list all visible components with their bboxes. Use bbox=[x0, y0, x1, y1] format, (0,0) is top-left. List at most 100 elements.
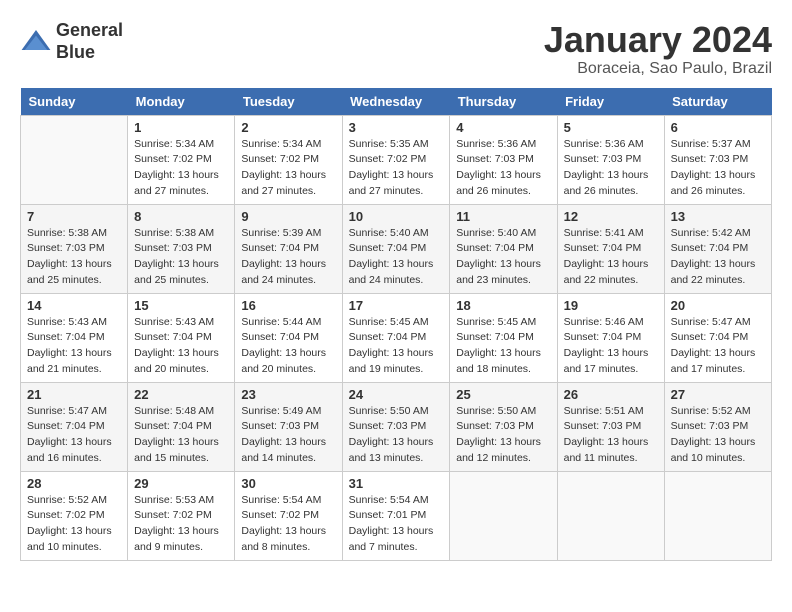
day-number: 15 bbox=[134, 298, 228, 313]
logo-text: General Blue bbox=[56, 20, 123, 63]
day-detail: Sunrise: 5:50 AMSunset: 7:03 PMDaylight:… bbox=[456, 404, 550, 467]
day-detail: Sunrise: 5:36 AMSunset: 7:03 PMDaylight:… bbox=[564, 137, 658, 200]
calendar-cell: 20 Sunrise: 5:47 AMSunset: 7:04 PMDayligh… bbox=[664, 293, 771, 382]
day-detail: Sunrise: 5:48 AMSunset: 7:04 PMDaylight:… bbox=[134, 404, 228, 467]
day-number: 29 bbox=[134, 476, 228, 491]
day-number: 24 bbox=[349, 387, 444, 402]
day-detail: Sunrise: 5:45 AMSunset: 7:04 PMDaylight:… bbox=[349, 315, 444, 378]
weekday-header-row: SundayMondayTuesdayWednesdayThursdayFrid… bbox=[21, 88, 772, 116]
day-number: 10 bbox=[349, 209, 444, 224]
calendar-cell: 4Sunrise: 5:36 AMSunset: 7:03 PMDaylight… bbox=[450, 115, 557, 204]
day-number: 23 bbox=[241, 387, 335, 402]
day-number: 16 bbox=[241, 298, 335, 313]
day-detail: Sunrise: 5:47 AMSunset: 7:04 PMDaylight:… bbox=[671, 315, 765, 378]
weekday-header-friday: Friday bbox=[557, 88, 664, 116]
calendar-cell: 9Sunrise: 5:39 AMSunset: 7:04 PMDaylight… bbox=[235, 204, 342, 293]
calendar-cell: 12 Sunrise: 5:41 AMSunset: 7:04 PMDayligh… bbox=[557, 204, 664, 293]
day-number: 17 bbox=[349, 298, 444, 313]
calendar-cell: 3 Sunrise: 5:35 AMSunset: 7:02 PMDaylight… bbox=[342, 115, 450, 204]
calendar-cell: 22 Sunrise: 5:48 AMSunset: 7:04 PMDayligh… bbox=[128, 382, 235, 471]
day-detail: Sunrise: 5:38 AMSunset: 7:03 PMDaylight:… bbox=[134, 226, 228, 289]
calendar-cell bbox=[21, 115, 128, 204]
calendar-cell: 17 Sunrise: 5:45 AMSunset: 7:04 PMDayligh… bbox=[342, 293, 450, 382]
title-block: January 2024 Boraceia, Sao Paulo, Brazil bbox=[544, 20, 772, 78]
day-number: 3 bbox=[349, 120, 444, 135]
calendar-cell: 16 Sunrise: 5:44 AMSunset: 7:04 PMDayligh… bbox=[235, 293, 342, 382]
location: Boraceia, Sao Paulo, Brazil bbox=[544, 60, 772, 78]
day-detail: Sunrise: 5:44 AMSunset: 7:04 PMDaylight:… bbox=[241, 315, 335, 378]
day-number: 28 bbox=[27, 476, 121, 491]
calendar-cell bbox=[557, 471, 664, 560]
day-number: 5 bbox=[564, 120, 658, 135]
weekday-header-tuesday: Tuesday bbox=[235, 88, 342, 116]
day-detail: Sunrise: 5:37 AMSunset: 7:03 PMDaylight:… bbox=[671, 137, 765, 200]
day-number: 18 bbox=[456, 298, 550, 313]
day-number: 12 bbox=[564, 209, 658, 224]
day-detail: Sunrise: 5:36 AMSunset: 7:03 PMDaylight:… bbox=[456, 137, 550, 200]
day-detail: Sunrise: 5:54 AMSunset: 7:01 PMDaylight:… bbox=[349, 493, 444, 556]
page-header: General Blue January 2024 Boraceia, Sao … bbox=[20, 20, 772, 78]
day-detail: Sunrise: 5:40 AMSunset: 7:04 PMDaylight:… bbox=[349, 226, 444, 289]
calendar-cell: 23 Sunrise: 5:49 AMSunset: 7:03 PMDayligh… bbox=[235, 382, 342, 471]
calendar-cell: 10 Sunrise: 5:40 AMSunset: 7:04 PMDayligh… bbox=[342, 204, 450, 293]
calendar-table: SundayMondayTuesdayWednesdayThursdayFrid… bbox=[20, 88, 772, 561]
weekday-header-sunday: Sunday bbox=[21, 88, 128, 116]
day-number: 11 bbox=[456, 209, 550, 224]
calendar-cell: 15 Sunrise: 5:43 AMSunset: 7:04 PMDayligh… bbox=[128, 293, 235, 382]
calendar-cell: 21 Sunrise: 5:47 AMSunset: 7:04 PMDayligh… bbox=[21, 382, 128, 471]
calendar-cell: 27Sunrise: 5:52 AMSunset: 7:03 PMDayligh… bbox=[664, 382, 771, 471]
day-number: 14 bbox=[27, 298, 121, 313]
calendar-cell: 18 Sunrise: 5:45 AMSunset: 7:04 PMDayligh… bbox=[450, 293, 557, 382]
month-title: January 2024 bbox=[544, 20, 772, 60]
day-number: 31 bbox=[349, 476, 444, 491]
day-detail: Sunrise: 5:43 AMSunset: 7:04 PMDaylight:… bbox=[134, 315, 228, 378]
day-detail: Sunrise: 5:41 AMSunset: 7:04 PMDaylight:… bbox=[564, 226, 658, 289]
day-number: 25 bbox=[456, 387, 550, 402]
calendar-cell: 5 Sunrise: 5:36 AMSunset: 7:03 PMDaylight… bbox=[557, 115, 664, 204]
day-number: 26 bbox=[564, 387, 658, 402]
week-row-1: 1Sunrise: 5:34 AMSunset: 7:02 PMDaylight… bbox=[21, 115, 772, 204]
calendar-cell: 11 Sunrise: 5:40 AMSunset: 7:04 PMDayligh… bbox=[450, 204, 557, 293]
calendar-cell: 2 Sunrise: 5:34 AMSunset: 7:02 PMDaylight… bbox=[235, 115, 342, 204]
calendar-cell bbox=[664, 471, 771, 560]
day-detail: Sunrise: 5:45 AMSunset: 7:04 PMDaylight:… bbox=[456, 315, 550, 378]
day-number: 30 bbox=[241, 476, 335, 491]
day-detail: Sunrise: 5:51 AMSunset: 7:03 PMDaylight:… bbox=[564, 404, 658, 467]
day-detail: Sunrise: 5:52 AMSunset: 7:02 PMDaylight:… bbox=[27, 493, 121, 556]
day-detail: Sunrise: 5:49 AMSunset: 7:03 PMDaylight:… bbox=[241, 404, 335, 467]
day-detail: Sunrise: 5:47 AMSunset: 7:04 PMDaylight:… bbox=[27, 404, 121, 467]
calendar-cell: 6Sunrise: 5:37 AMSunset: 7:03 PMDaylight… bbox=[664, 115, 771, 204]
calendar-cell: 28 Sunrise: 5:52 AMSunset: 7:02 PMDayligh… bbox=[21, 471, 128, 560]
day-number: 8 bbox=[134, 209, 228, 224]
calendar-cell: 26 Sunrise: 5:51 AMSunset: 7:03 PMDayligh… bbox=[557, 382, 664, 471]
weekday-header-saturday: Saturday bbox=[664, 88, 771, 116]
calendar-cell: 7Sunrise: 5:38 AMSunset: 7:03 PMDaylight… bbox=[21, 204, 128, 293]
calendar-cell: 13Sunrise: 5:42 AMSunset: 7:04 PMDayligh… bbox=[664, 204, 771, 293]
calendar-cell: 8 Sunrise: 5:38 AMSunset: 7:03 PMDaylight… bbox=[128, 204, 235, 293]
calendar-cell: 30 Sunrise: 5:54 AMSunset: 7:02 PMDayligh… bbox=[235, 471, 342, 560]
calendar-cell: 29 Sunrise: 5:53 AMSunset: 7:02 PMDayligh… bbox=[128, 471, 235, 560]
day-number: 2 bbox=[241, 120, 335, 135]
day-number: 9 bbox=[241, 209, 335, 224]
day-number: 21 bbox=[27, 387, 121, 402]
day-detail: Sunrise: 5:35 AMSunset: 7:02 PMDaylight:… bbox=[349, 137, 444, 200]
day-detail: Sunrise: 5:40 AMSunset: 7:04 PMDaylight:… bbox=[456, 226, 550, 289]
week-row-5: 28 Sunrise: 5:52 AMSunset: 7:02 PMDayligh… bbox=[21, 471, 772, 560]
day-number: 22 bbox=[134, 387, 228, 402]
week-row-4: 21 Sunrise: 5:47 AMSunset: 7:04 PMDayligh… bbox=[21, 382, 772, 471]
day-detail: Sunrise: 5:52 AMSunset: 7:03 PMDaylight:… bbox=[671, 404, 765, 467]
calendar-cell: 25 Sunrise: 5:50 AMSunset: 7:03 PMDayligh… bbox=[450, 382, 557, 471]
day-number: 20 bbox=[671, 298, 765, 313]
day-detail: Sunrise: 5:34 AMSunset: 7:02 PMDaylight:… bbox=[241, 137, 335, 200]
calendar-cell bbox=[450, 471, 557, 560]
calendar-cell: 24 Sunrise: 5:50 AMSunset: 7:03 PMDayligh… bbox=[342, 382, 450, 471]
day-detail: Sunrise: 5:50 AMSunset: 7:03 PMDaylight:… bbox=[349, 404, 444, 467]
week-row-3: 14 Sunrise: 5:43 AMSunset: 7:04 PMDayligh… bbox=[21, 293, 772, 382]
day-number: 13 bbox=[671, 209, 765, 224]
calendar-cell: 1Sunrise: 5:34 AMSunset: 7:02 PMDaylight… bbox=[128, 115, 235, 204]
logo: General Blue bbox=[20, 20, 123, 63]
day-detail: Sunrise: 5:53 AMSunset: 7:02 PMDaylight:… bbox=[134, 493, 228, 556]
day-detail: Sunrise: 5:34 AMSunset: 7:02 PMDaylight:… bbox=[134, 137, 228, 200]
day-detail: Sunrise: 5:54 AMSunset: 7:02 PMDaylight:… bbox=[241, 493, 335, 556]
calendar-cell: 14Sunrise: 5:43 AMSunset: 7:04 PMDayligh… bbox=[21, 293, 128, 382]
